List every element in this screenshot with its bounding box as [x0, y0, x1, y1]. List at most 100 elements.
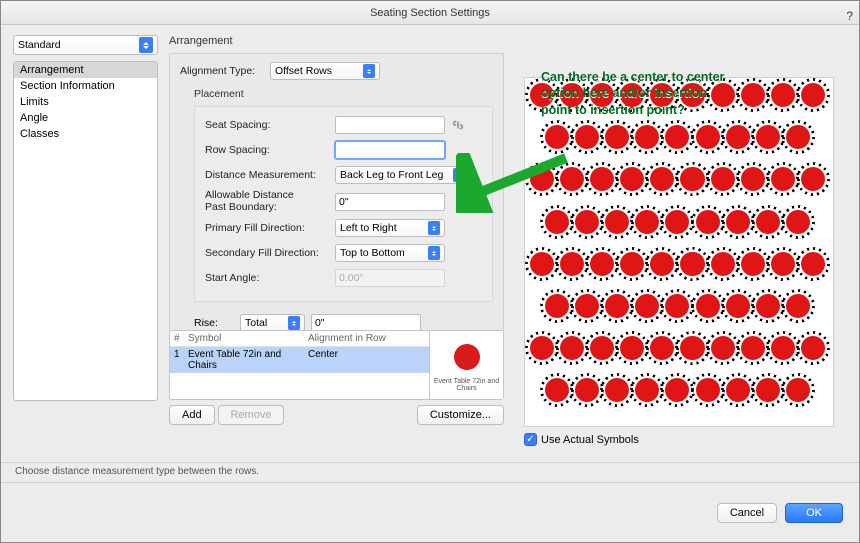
sidebar-item-section-information[interactable]: Section Information: [14, 78, 157, 94]
seat-icon: [726, 378, 750, 402]
seat-icon: [741, 336, 765, 360]
chevron-up-down-icon: [363, 64, 375, 78]
seat-icon: [605, 125, 629, 149]
primary-fill-label: Primary Fill Direction:: [205, 222, 335, 234]
seat-icon: [801, 167, 825, 191]
chevron-up-down-icon: [428, 246, 440, 260]
seat-icon: [650, 252, 674, 276]
sidebar-item-classes[interactable]: Classes: [14, 126, 157, 142]
seat-icon: [650, 336, 674, 360]
chevron-up-down-icon: [139, 37, 153, 53]
symbol-table[interactable]: # Symbol Alignment in Row 1 Event Table …: [169, 330, 504, 400]
placement-group: Seat Spacing: Row Spacing: Distance Meas…: [194, 106, 493, 302]
seat-icon: [590, 167, 614, 191]
distance-measurement-value: Back Leg to Front Leg: [340, 169, 443, 181]
seat-icon: [605, 210, 629, 234]
seat-icon: [756, 378, 780, 402]
seat-spacing-label: Seat Spacing:: [205, 119, 335, 131]
secondary-fill-value: Top to Bottom: [340, 247, 405, 259]
seat-icon: [665, 125, 689, 149]
seat-icon: [530, 252, 554, 276]
seat-icon: [575, 294, 599, 318]
preset-select[interactable]: Standard: [13, 35, 158, 55]
chevron-up-down-icon: [288, 316, 300, 330]
customize-button[interactable]: Customize...: [417, 405, 504, 425]
seat-icon: [711, 252, 735, 276]
row-spacing-label: Row Spacing:: [205, 144, 335, 156]
alignment-type-label: Alignment Type:: [180, 65, 270, 77]
alignment-type-select[interactable]: Offset Rows: [270, 62, 380, 80]
add-button[interactable]: Add: [169, 405, 215, 425]
row-spacing-input[interactable]: [335, 141, 445, 159]
seat-icon: [771, 252, 795, 276]
seat-icon: [665, 294, 689, 318]
use-actual-symbols-checkbox[interactable]: [524, 433, 537, 446]
seat-icon: [545, 294, 569, 318]
seat-icon: [620, 336, 644, 360]
primary-fill-value: Left to Right: [340, 222, 397, 234]
arrangement-group-label: Arrangement: [169, 35, 504, 47]
section-pane-list[interactable]: Arrangement Section Information Limits A…: [13, 61, 158, 401]
start-angle-label: Start Angle:: [205, 272, 335, 284]
seat-icon: [575, 378, 599, 402]
placement-label: Placement: [194, 88, 493, 100]
seat-icon: [696, 210, 720, 234]
seat-icon: [605, 294, 629, 318]
seat-icon: [560, 252, 584, 276]
rise-label: Rise:: [194, 317, 234, 329]
seat-icon: [545, 125, 569, 149]
preset-value: Standard: [18, 39, 61, 51]
allowable-distance-input[interactable]: [335, 193, 445, 211]
seat-icon: [726, 125, 750, 149]
seat-icon: [741, 83, 765, 107]
seat-icon: [756, 210, 780, 234]
seat-icon: [665, 210, 689, 234]
distance-measurement-select[interactable]: Back Leg to Front Leg: [335, 166, 470, 184]
table-header: # Symbol Alignment in Row: [170, 331, 429, 347]
title-bar: Seating Section Settings ?: [1, 1, 859, 25]
seat-icon: [575, 125, 599, 149]
seat-spacing-input[interactable]: [335, 116, 445, 134]
seat-icon: [665, 378, 689, 402]
use-actual-symbols-label: Use Actual Symbols: [541, 434, 639, 446]
preview-canvas: [524, 77, 834, 427]
primary-fill-select[interactable]: Left to Right: [335, 219, 445, 237]
seat-icon: [650, 167, 674, 191]
link-icon[interactable]: [451, 118, 465, 132]
ok-button[interactable]: OK: [785, 503, 843, 523]
seat-icon: [741, 252, 765, 276]
seat-icon: [696, 125, 720, 149]
cancel-button[interactable]: Cancel: [717, 503, 777, 523]
seat-icon: [530, 336, 554, 360]
seat-icon: [786, 210, 810, 234]
seat-icon: [771, 167, 795, 191]
remove-button: Remove: [218, 405, 285, 425]
start-angle-input: [335, 269, 445, 287]
seat-icon: [590, 252, 614, 276]
seat-icon: [726, 210, 750, 234]
seat-icon: [635, 210, 659, 234]
symbol-preview-caption: Event Table 72in and Chairs: [430, 378, 503, 392]
seat-icon: [786, 125, 810, 149]
seat-icon: [786, 294, 810, 318]
seat-icon: [680, 252, 704, 276]
sidebar-item-limits[interactable]: Limits: [14, 94, 157, 110]
distance-measurement-label: Distance Measurement:: [205, 169, 335, 181]
allowable-distance-label: Allowable Distance Past Boundary:: [205, 190, 335, 213]
secondary-fill-select[interactable]: Top to Bottom: [335, 244, 445, 262]
seat-icon: [786, 378, 810, 402]
rise-type-value: Total: [245, 317, 267, 329]
sidebar-item-arrangement[interactable]: Arrangement: [14, 62, 157, 78]
hint-bar: Choose distance measurement type between…: [1, 462, 859, 482]
table-row[interactable]: 1 Event Table 72in and Chairs Center: [170, 347, 429, 373]
seat-icon: [696, 294, 720, 318]
seat-icon: [741, 167, 765, 191]
sidebar-item-angle[interactable]: Angle: [14, 110, 157, 126]
seat-icon: [620, 252, 644, 276]
seat-icon: [560, 336, 584, 360]
annotation-text: Can there be a center to center option h…: [541, 69, 724, 118]
secondary-fill-label: Secondary Fill Direction:: [205, 247, 335, 259]
seat-icon: [545, 210, 569, 234]
seat-icon: [771, 83, 795, 107]
seat-icon: [711, 336, 735, 360]
